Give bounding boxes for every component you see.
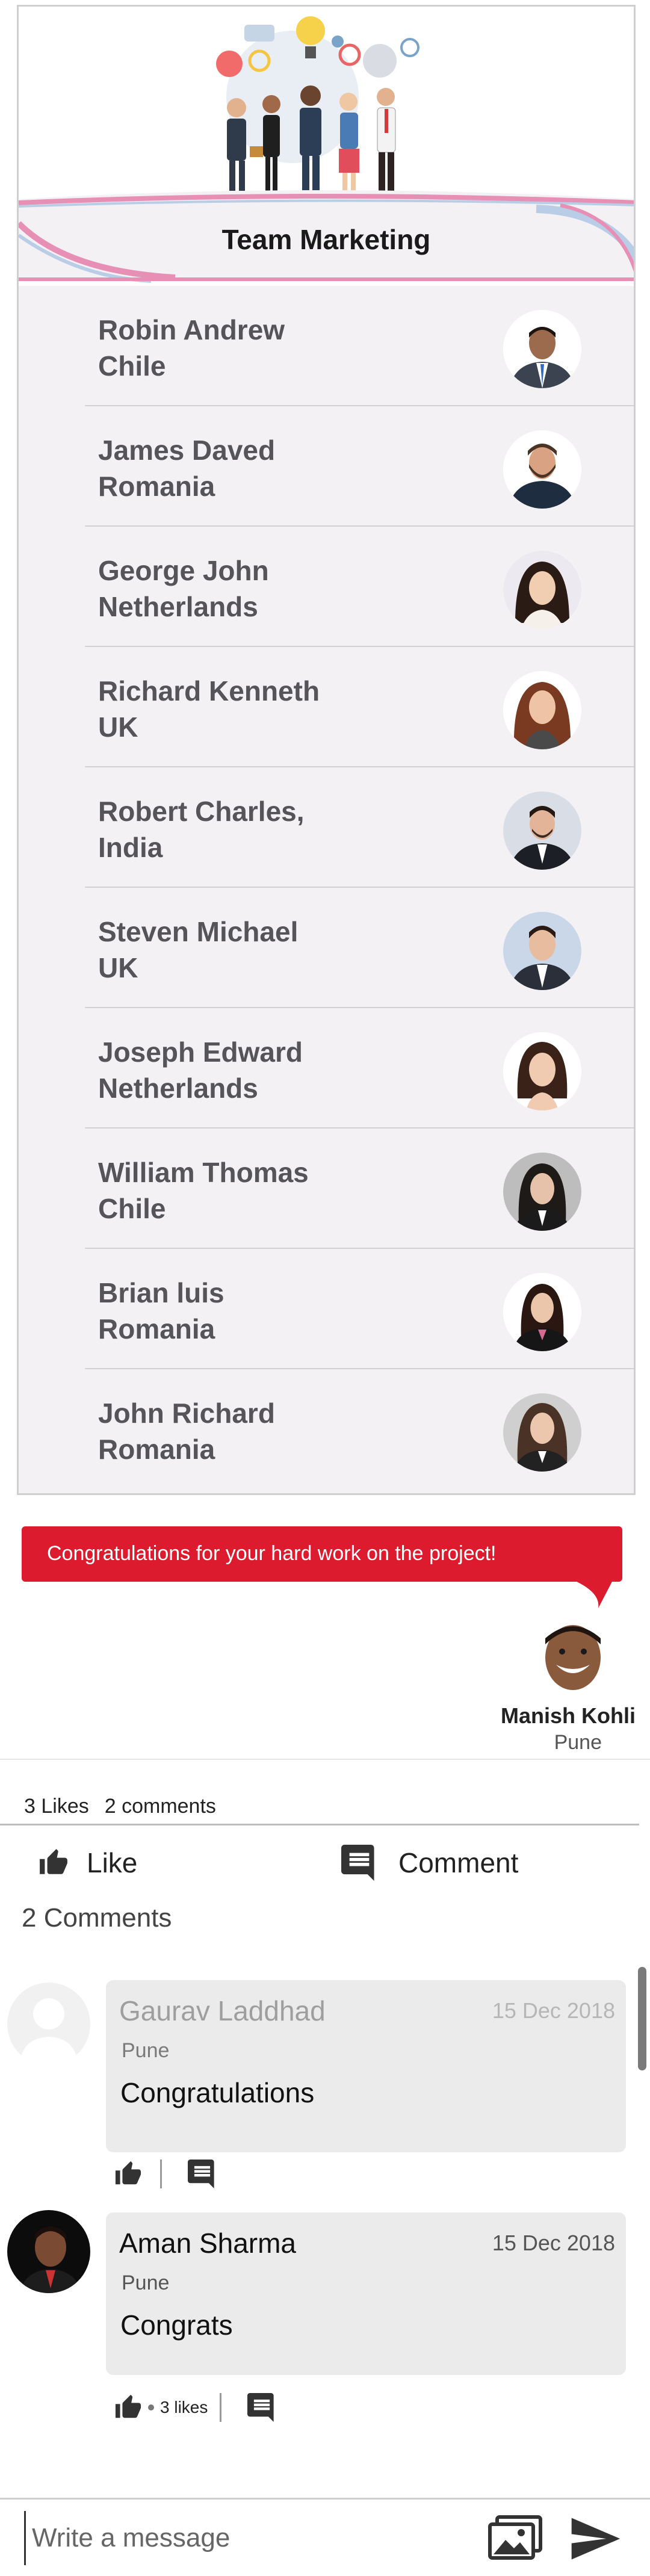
comment-likes-count: 3 likes bbox=[160, 2398, 208, 2417]
member-country: Romania bbox=[98, 1313, 215, 1345]
divider bbox=[220, 2393, 222, 2422]
like-button[interactable]: Like bbox=[39, 1845, 137, 1880]
member-country: Romania bbox=[98, 1434, 215, 1465]
member-country: Netherlands bbox=[98, 1073, 258, 1104]
avatar[interactable] bbox=[503, 1273, 581, 1351]
comment-actions: 3 likes bbox=[114, 2393, 278, 2422]
member-name: Steven Michael bbox=[98, 916, 299, 947]
team-illustration bbox=[19, 7, 634, 199]
gallery-button[interactable] bbox=[488, 2515, 543, 2563]
comment-date: 15 Dec 2018 bbox=[492, 2231, 615, 2255]
divider bbox=[0, 1759, 650, 1760]
member-name: Robin Andrew bbox=[98, 314, 285, 345]
composer-border bbox=[0, 2498, 650, 2500]
member-country: Netherlands bbox=[98, 591, 258, 622]
comment-card: Gaurav Laddhad 15 Dec 2018 Pune Congratu… bbox=[106, 1980, 626, 2152]
avatar[interactable] bbox=[7, 1983, 90, 2066]
thumbs-up-icon[interactable] bbox=[114, 2160, 142, 2188]
member-name: Joseph Edward bbox=[98, 1036, 303, 1068]
like-label: Like bbox=[87, 1847, 138, 1878]
member-country: Chile bbox=[98, 350, 166, 382]
member-country: India bbox=[98, 832, 163, 863]
avatar[interactable] bbox=[503, 1393, 581, 1472]
thumbs-up-icon bbox=[40, 1849, 67, 1874]
send-button[interactable] bbox=[566, 2511, 624, 2566]
reply-icon[interactable] bbox=[186, 2160, 218, 2188]
member-row[interactable]: Joseph Edward Netherlands bbox=[85, 1008, 634, 1129]
member-row[interactable]: Richard Kenneth UK bbox=[85, 647, 634, 767]
comment-date: 15 Dec 2018 bbox=[492, 1998, 615, 2023]
image-gallery-icon bbox=[488, 2515, 542, 2560]
member-country: UK bbox=[98, 711, 138, 743]
comment-text: Congratulations bbox=[120, 2077, 315, 2108]
avatar[interactable] bbox=[503, 671, 581, 749]
avatar[interactable] bbox=[534, 1620, 611, 1697]
post-stats: 3 Likes 2 comments bbox=[24, 1795, 232, 1818]
send-icon bbox=[571, 2518, 621, 2560]
comment-author[interactable]: Aman Sharma bbox=[119, 2227, 296, 2259]
member-name: James Daved bbox=[98, 435, 276, 466]
avatar[interactable] bbox=[503, 1153, 581, 1231]
member-row[interactable]: George John Netherlands bbox=[85, 527, 634, 647]
sender-city: Pune bbox=[554, 1731, 602, 1754]
member-list: Robin Andrew Chile James Daved Romania G… bbox=[19, 286, 634, 1493]
member-row[interactable]: Robert Charles, India bbox=[85, 767, 634, 888]
divider bbox=[160, 2160, 162, 2188]
comments-heading: 2 Comments bbox=[22, 1903, 172, 1933]
scrollbar[interactable] bbox=[638, 1967, 646, 2070]
member-row[interactable]: James Daved Romania bbox=[85, 406, 634, 527]
comment-actions bbox=[114, 2160, 218, 2188]
member-name: George John bbox=[98, 555, 269, 586]
member-country: Chile bbox=[98, 1193, 166, 1224]
avatar[interactable] bbox=[503, 912, 581, 990]
comment-card: Aman Sharma 15 Dec 2018 Pune Congrats bbox=[106, 2212, 626, 2375]
comments-count[interactable]: 2 comments bbox=[105, 1795, 216, 1818]
comment-button[interactable]: Comment bbox=[338, 1845, 519, 1881]
message-text: Congratulations for your hard work on th… bbox=[47, 1542, 497, 1565]
team-card: Team Marketing Robin Andrew Chile James … bbox=[17, 5, 636, 1495]
member-row[interactable]: Brian luis Romania bbox=[85, 1249, 634, 1369]
avatar[interactable] bbox=[503, 310, 581, 388]
comment-city: Pune bbox=[122, 2271, 170, 2294]
message-input[interactable] bbox=[24, 2511, 469, 2565]
member-country: Romania bbox=[98, 471, 215, 502]
team-title: Team Marketing bbox=[221, 224, 431, 255]
avatar[interactable] bbox=[503, 430, 581, 509]
member-row[interactable]: Robin Andrew Chile bbox=[85, 286, 634, 406]
bubble-tail bbox=[574, 1581, 613, 1608]
avatar[interactable] bbox=[7, 2210, 90, 2293]
member-row[interactable]: John Richard Romania bbox=[85, 1369, 634, 1490]
divider bbox=[0, 1824, 639, 1825]
avatar[interactable] bbox=[503, 551, 581, 629]
avatar[interactable] bbox=[503, 1032, 581, 1110]
dot-separator bbox=[148, 2404, 154, 2410]
comment-text: Congrats bbox=[120, 2309, 233, 2341]
comment-icon bbox=[341, 1845, 374, 1881]
comment-city: Pune bbox=[122, 2039, 170, 2062]
member-name: Richard Kenneth bbox=[98, 675, 320, 707]
comment-likes[interactable]: 3 likes bbox=[142, 2398, 208, 2417]
comment-label: Comment bbox=[398, 1847, 519, 1878]
likes-count[interactable]: 3 Likes bbox=[24, 1795, 89, 1818]
sender-name: Manish Kohli bbox=[501, 1703, 636, 1728]
member-row[interactable]: Steven Michael UK bbox=[85, 888, 634, 1008]
member-row[interactable]: William Thomas Chile bbox=[85, 1129, 634, 1249]
member-country: UK bbox=[98, 952, 138, 983]
avatar[interactable] bbox=[503, 791, 581, 870]
member-name: Robert Charles, bbox=[98, 796, 305, 827]
thumbs-up-icon[interactable] bbox=[114, 2394, 142, 2421]
reply-icon[interactable] bbox=[246, 2393, 278, 2422]
member-name: John Richard bbox=[98, 1398, 275, 1429]
message-bubble: Congratulations for your hard work on th… bbox=[22, 1526, 622, 1582]
comment-author[interactable]: Gaurav Laddhad bbox=[119, 1995, 326, 2027]
member-name: William Thomas bbox=[98, 1157, 309, 1188]
member-name: Brian luis bbox=[98, 1277, 224, 1308]
